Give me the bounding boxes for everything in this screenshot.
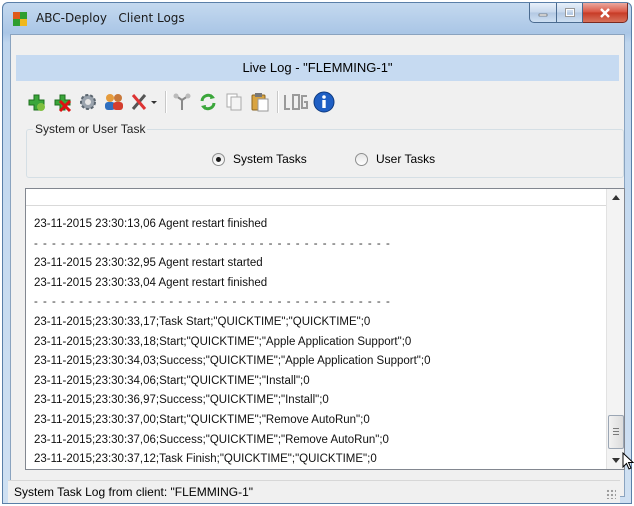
log-button[interactable] bbox=[283, 90, 309, 114]
settings-button[interactable] bbox=[77, 90, 99, 114]
chevron-up-icon bbox=[611, 195, 620, 200]
live-log-title: Live Log - "FLEMMING-1" bbox=[242, 60, 393, 75]
close-icon bbox=[600, 7, 610, 18]
maximize-button[interactable] bbox=[557, 3, 583, 23]
window-title: ABC-Deploy Client Logs bbox=[36, 11, 185, 25]
system-tasks-radio[interactable]: System Tasks bbox=[212, 152, 307, 166]
log-separator-line: - - - - - - - - - - - - - - - - - - - - … bbox=[34, 296, 391, 309]
task-type-legend: System or User Task bbox=[33, 122, 148, 136]
window-subtitle: Client Logs bbox=[118, 11, 185, 25]
log-line: 23-11-2015;23:30:37,00;Start;"QUICKTIME"… bbox=[34, 413, 370, 426]
log-line: 23-11-2015;23:30:34,03;Success;"QUICKTIM… bbox=[34, 355, 431, 368]
log-line: 23-11-2015;23:30:33,17;Task Start;"QUICK… bbox=[34, 315, 371, 328]
scroll-thumb[interactable] bbox=[608, 415, 624, 449]
log-line: 23-11-2015;23:30:34,06;Start;"QUICKTIME"… bbox=[34, 374, 310, 387]
settings-gear-icon bbox=[80, 94, 96, 110]
radio-selected-indicator bbox=[212, 152, 225, 166]
log-divider bbox=[26, 205, 606, 206]
tools-button[interactable] bbox=[129, 90, 159, 114]
paste-button[interactable] bbox=[249, 90, 271, 114]
status-text: System Task Log from client: "FLEMMING-1… bbox=[14, 485, 254, 499]
copy-button[interactable] bbox=[223, 90, 245, 114]
network-button[interactable] bbox=[171, 90, 193, 114]
toolbar-separator bbox=[165, 91, 167, 113]
log-line: 23-11-2015;23:30:36,97;Success;"QUICKTIM… bbox=[34, 394, 329, 407]
log-line: 23-11-2015;23:30:37,06;Success;"QUICKTIM… bbox=[34, 433, 389, 446]
add-icon bbox=[28, 94, 45, 111]
log-line: 23-11-2015 23:30:13,06 Agent restart fin… bbox=[34, 218, 268, 230]
log-line: 23-11-2015;23:30:33,18;Start;"QUICKTIME"… bbox=[34, 335, 412, 348]
remove-button[interactable] bbox=[51, 90, 73, 114]
close-button[interactable] bbox=[583, 3, 628, 23]
app-icon bbox=[13, 12, 27, 26]
log-line: 23-11-2015 23:30:33,04 Agent restart fin… bbox=[34, 276, 268, 289]
users-button[interactable] bbox=[103, 90, 125, 114]
app-name: ABC-Deploy bbox=[36, 11, 107, 25]
add-button[interactable] bbox=[25, 90, 47, 114]
title-bar[interactable]: ABC-Deploy Client Logs bbox=[3, 3, 631, 33]
caption-buttons bbox=[529, 3, 628, 23]
users-icon bbox=[105, 94, 123, 110]
live-log-header: Live Log - "FLEMMING-1" bbox=[16, 55, 619, 81]
user-tasks-radio[interactable]: User Tasks bbox=[355, 152, 435, 166]
minimize-icon bbox=[538, 13, 548, 16]
scroll-up-button[interactable] bbox=[607, 189, 624, 206]
paste-icon bbox=[251, 93, 269, 112]
grip-line bbox=[613, 428, 619, 429]
chevron-down-icon bbox=[611, 458, 620, 463]
network-icon bbox=[173, 93, 191, 110]
log-icon bbox=[284, 94, 308, 110]
vertical-scrollbar[interactable] bbox=[606, 189, 624, 469]
grip-line bbox=[613, 431, 619, 432]
remove-icon bbox=[54, 94, 72, 113]
toolbar-separator-2 bbox=[277, 91, 279, 113]
log-separator-line: - - - - - - - - - - - - - - - - - - - - … bbox=[34, 237, 391, 250]
log-line: 23-11-2015;23:30:37,12;Task Finish;"QUIC… bbox=[34, 453, 377, 466]
copy-icon bbox=[226, 93, 242, 111]
minimize-button[interactable] bbox=[529, 3, 557, 23]
system-tasks-label: System Tasks bbox=[233, 152, 307, 166]
info-icon bbox=[313, 91, 335, 113]
user-tasks-label: User Tasks bbox=[376, 152, 436, 166]
radio-unselected-indicator bbox=[355, 152, 368, 166]
tools-icon bbox=[131, 94, 157, 110]
status-bar: System Task Log from client: "FLEMMING-1… bbox=[8, 480, 620, 503]
toolbar bbox=[25, 86, 339, 118]
task-type-group: System or User Task System Tasks User Ta… bbox=[26, 122, 624, 178]
mouse-cursor-icon bbox=[622, 452, 634, 470]
log-text-area[interactable]: 23-11-2015 23:30:13,06 Agent restart fin… bbox=[25, 188, 625, 470]
info-button[interactable] bbox=[313, 90, 335, 114]
refresh-icon bbox=[200, 93, 216, 111]
maximize-icon bbox=[564, 7, 575, 17]
refresh-button[interactable] bbox=[197, 90, 219, 114]
grip-line bbox=[613, 434, 619, 435]
resize-grip[interactable] bbox=[606, 489, 616, 499]
log-lines: 23-11-2015 23:30:13,06 Agent restart fin… bbox=[34, 215, 604, 469]
log-line: 23-11-2015 23:30:32,95 Agent restart sta… bbox=[34, 257, 263, 270]
